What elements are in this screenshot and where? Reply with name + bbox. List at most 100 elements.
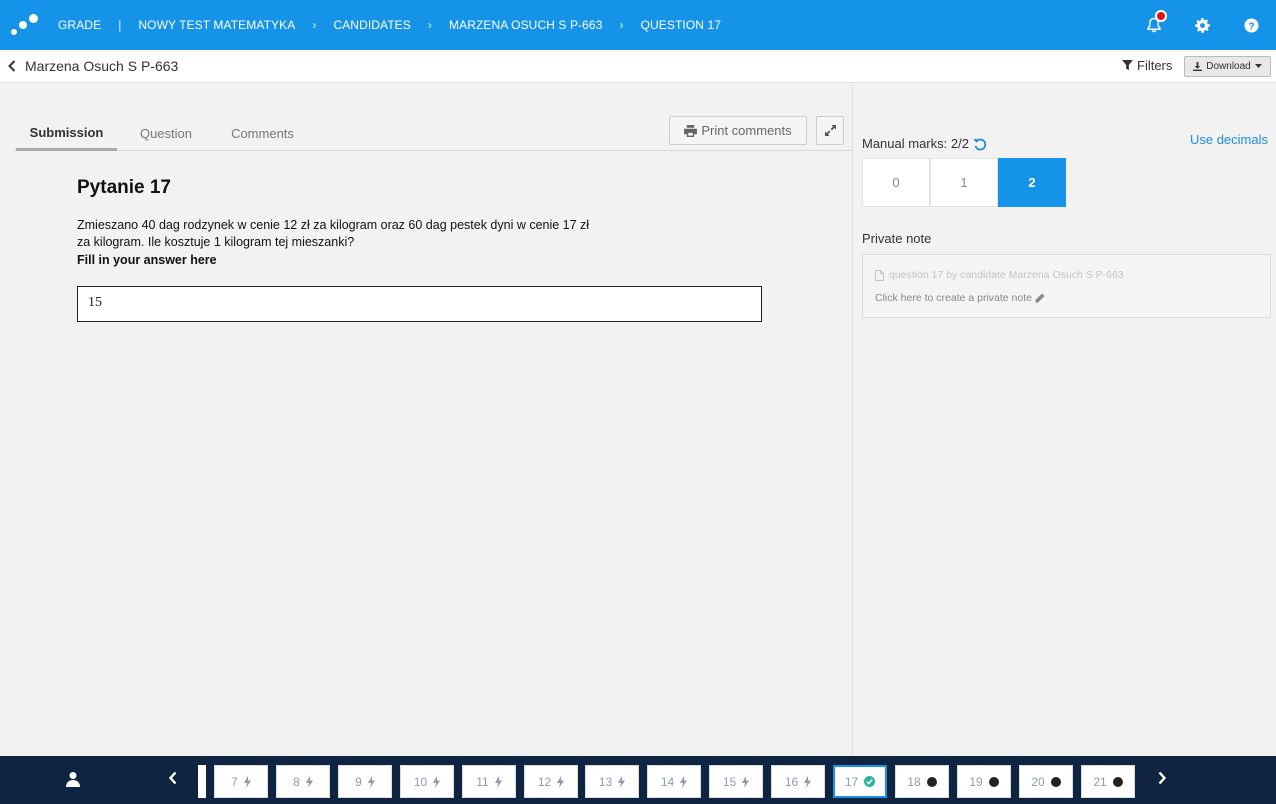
help-button[interactable]: ? [1227,0,1276,50]
question-nav-item[interactable]: 14 [647,765,701,798]
print-comments-label: Print comments [701,123,792,138]
question-nav-item-partial[interactable] [198,765,206,798]
question-nav-item[interactable]: 21 [1081,765,1135,798]
notification-badge [1155,10,1167,22]
candidate-button[interactable] [66,771,80,792]
question-nav-number: 13 [598,774,613,789]
breadcrumb-separator: › [427,18,432,32]
top-navbar: GRADE | NOWY TEST MATEMATYKA › CANDIDATE… [0,0,1276,50]
back-to-candidate[interactable]: Marzena Osuch S P-663 [7,58,178,74]
caret-down-icon [1254,64,1262,68]
breadcrumb: GRADE | NOWY TEST MATEMATYKA › CANDIDATE… [58,18,721,32]
unmarked-dot-icon [988,776,999,787]
tab-submission[interactable]: Submission [16,116,117,151]
app-logo[interactable] [0,0,58,50]
gear-icon [1195,17,1210,33]
private-note-label: Private note [862,231,932,246]
breadcrumb-candidate[interactable]: MARZENA OSUCH S P-663 [449,18,602,32]
question-nav-number: 7 [231,774,238,789]
answer-field[interactable]: 15 [77,286,762,322]
question-navigator: 7 8 9 10 11 12 13 14 15 16 17 18 19 20 21 [0,756,1276,804]
private-note-create[interactable]: Click here to create a private note [875,292,1045,304]
answer-prompt: Fill in your answer here [77,253,217,267]
printer-icon [684,124,698,137]
question-nav-item[interactable]: 16 [771,765,825,798]
question-nav-item[interactable]: 15 [709,765,763,798]
question-nav-number: 12 [537,774,552,789]
private-note-box[interactable]: question 17 by candidate Marzena Osuch S… [862,254,1271,318]
mark-option-0[interactable]: 0 [862,158,930,207]
question-nav-item[interactable]: 20 [1019,765,1073,798]
filter-icon [1122,60,1133,71]
next-questions-button[interactable] [1157,771,1167,788]
mark-option-2[interactable]: 2 [998,158,1066,207]
candidate-subbar: Marzena Osuch S P-663 Filters Download [0,50,1276,83]
use-decimals-link[interactable]: Use decimals [1190,132,1268,147]
mark-option-1[interactable]: 1 [930,158,998,207]
question-nav-number: 8 [293,774,300,789]
submission-panel: Submission Question Comments Print comme… [0,83,852,756]
question-title: Pytanie 17 [77,177,171,198]
question-nav-number: 18 [907,774,921,789]
bolt-icon [494,775,502,788]
breadcrumb-grade[interactable]: GRADE [58,18,101,32]
bolt-icon [804,775,812,788]
breadcrumb-pipe: | [118,18,122,32]
user-icon [66,772,80,787]
breadcrumb-test[interactable]: NOWY TEST MATEMATYKA [138,18,295,32]
bolt-icon [433,775,441,788]
prev-questions-button[interactable] [168,771,178,788]
question-nav-item[interactable]: 10 [400,765,454,798]
notifications-button[interactable] [1129,0,1178,50]
unmarked-dot-icon [1112,776,1123,787]
question-nav-number: 15 [722,774,737,789]
question-nav-item[interactable]: 9 [338,765,392,798]
download-dropdown[interactable]: Download [1184,56,1271,77]
breadcrumb-question[interactable]: QUESTION 17 [641,18,721,32]
unmarked-dot-icon [1050,776,1061,787]
manual-marks-label: Manual marks: 2/2 [862,136,969,151]
question-nav-number: 21 [1093,774,1107,789]
question-nav-item[interactable]: 17 [833,765,887,798]
bolt-icon [305,775,313,788]
question-nav-item[interactable]: 8 [276,765,330,798]
filters-label: Filters [1137,58,1173,73]
question-nav-item[interactable]: 12 [524,765,578,798]
expand-icon [824,125,836,136]
question-nav-number: 19 [969,774,983,789]
question-nav-number: 9 [355,774,362,789]
chevron-right-icon [1158,771,1167,785]
bolt-icon [742,775,750,788]
question-nav-item[interactable]: 19 [957,765,1011,798]
reset-icon[interactable] [973,137,987,151]
expand-button[interactable] [816,116,844,145]
breadcrumb-separator: › [312,18,317,32]
settings-button[interactable] [1178,0,1227,50]
private-note-title-row: question 17 by candidate Marzena Osuch S… [875,269,1124,281]
file-icon [875,269,884,281]
question-nav-item[interactable]: 7 [214,765,268,798]
tab-comments[interactable]: Comments [221,116,304,151]
tab-question[interactable]: Question [132,116,200,151]
svg-text:?: ? [1248,21,1254,32]
breadcrumb-candidates[interactable]: CANDIDATES [333,18,410,32]
question-nav-item[interactable]: 18 [895,765,949,798]
bolt-icon [367,775,375,788]
question-text: Zmieszano 40 dag rodzynek w cenie 12 zł … [77,218,590,249]
question-nav-item[interactable]: 13 [585,765,639,798]
question-nav-number: 17 [844,774,859,789]
question-nav-number: 16 [784,774,799,789]
print-comments-button[interactable]: Print comments [669,116,807,145]
bolt-icon [243,775,251,788]
candidate-name: Marzena Osuch S P-663 [25,58,179,74]
bolt-icon [680,775,688,788]
question-nav-item[interactable]: 11 [462,765,516,798]
bolt-icon [557,775,565,788]
pencil-icon [1035,293,1045,303]
mark-buttons: 0 1 2 [862,158,1066,207]
download-label: Download [1206,61,1251,72]
check-circle-icon [864,776,876,787]
filters-button[interactable]: Filters [1122,58,1172,73]
download-icon [1193,62,1203,71]
manual-marks: Manual marks: 2/2 [862,136,987,151]
